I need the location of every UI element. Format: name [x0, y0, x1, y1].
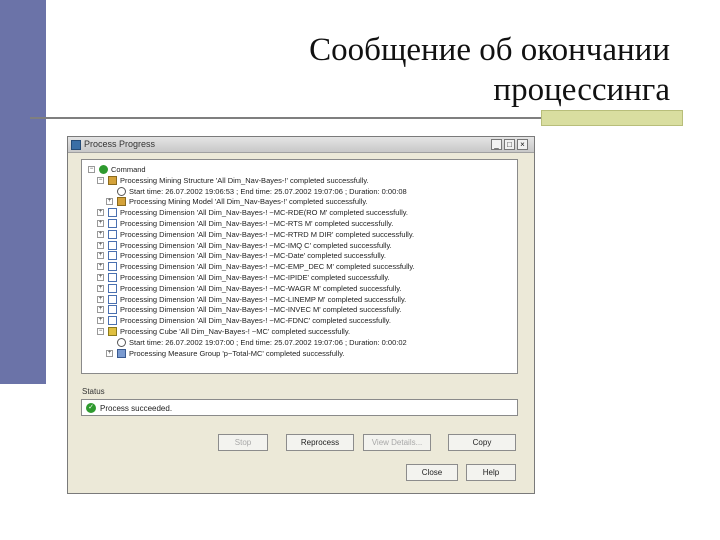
- slide-title-line-1: Сообщение об окончании: [309, 32, 670, 68]
- tree-expander[interactable]: +: [97, 317, 104, 325]
- window-titlebar[interactable]: Process Progress _ □ ×: [68, 137, 534, 153]
- tree-expander[interactable]: +: [97, 306, 104, 314]
- tree-row[interactable]: + Processing Dimension 'All Dim_Nav-Bayes…: [82, 283, 512, 294]
- tree-row[interactable]: + Processing Dimension 'All Dim_Nav-Bayes…: [82, 272, 512, 283]
- tree-expander[interactable]: +: [106, 349, 113, 357]
- tree-row-text: Processing Mining Model 'All Dim_Nav-Bay…: [129, 197, 368, 207]
- tree-row-text: Processing Dimension 'All Dim_Nav-Bayes-…: [120, 262, 415, 272]
- tree-row-text: Processing Dimension 'All Dim_Nav-Bayes-…: [120, 219, 394, 228]
- dimension-icon: [108, 219, 117, 228]
- dimension-icon: [108, 273, 117, 282]
- dimension-icon: [108, 283, 117, 293]
- tree-row[interactable]: + Processing Dimension 'All Dim_Nav-Bayes…: [82, 207, 512, 218]
- dimension-icon: [108, 251, 117, 261]
- tree-row-text: Processing Dimension 'All Dim_Nav-Bayes-…: [120, 283, 402, 293]
- tree-row-text: Processing Dimension 'All Dim_Nav-Bayes-…: [120, 316, 391, 326]
- tree-row[interactable]: + Processing Measure Group 'p~Total-MC' c…: [82, 348, 512, 359]
- help-button[interactable]: Help: [466, 464, 516, 481]
- dimension-icon: [108, 305, 117, 315]
- copy-button[interactable]: Copy: [448, 434, 516, 451]
- clock-icon: [117, 337, 126, 347]
- slide-title: Сообщение об окончании процессинга: [150, 30, 670, 110]
- tree-row[interactable]: − Processing Mining Structure 'All Dim_Na…: [82, 175, 512, 186]
- process-progress-window: Process Progress _ □ × − Command − Processi…: [67, 136, 535, 494]
- slide-accent-box: [541, 110, 683, 126]
- stop-button[interactable]: Stop: [218, 434, 268, 451]
- dimension-icon: [108, 262, 117, 272]
- tree-row-text: Processing Dimension 'All Dim_Nav-Bayes-…: [120, 273, 390, 282]
- tree-row[interactable]: + Processing Dimension 'All Dim_Nav-Bayes…: [82, 240, 512, 251]
- tree-row-text: Processing Dimension 'All Dim_Nav-Bayes-…: [120, 240, 392, 250]
- reprocess-button[interactable]: Reprocess: [286, 434, 354, 451]
- window-title: Process Progress: [84, 139, 156, 149]
- tree-expander[interactable]: +: [97, 295, 104, 303]
- dimension-icon: [108, 229, 117, 239]
- status-text: Process succeeded.: [100, 404, 173, 413]
- dimension-icon: [108, 294, 117, 304]
- play-icon: [99, 165, 108, 174]
- tree-row-text: Command: [111, 165, 146, 174]
- view-details-button[interactable]: View Details...: [363, 434, 431, 451]
- tree-row-text: Processing Dimension 'All Dim_Nav-Bayes-…: [120, 208, 409, 218]
- tree-expander[interactable]: −: [97, 176, 104, 184]
- tree-row[interactable]: + Processing Dimension 'All Dim_Nav-Bayes…: [82, 261, 512, 272]
- success-check-icon: ✓: [86, 403, 96, 413]
- dimension-icon: [108, 208, 117, 218]
- tree-row[interactable]: − Command: [82, 164, 512, 175]
- dimension-icon: [108, 316, 117, 326]
- tree-expander[interactable]: +: [97, 284, 104, 292]
- maximize-button[interactable]: □: [504, 139, 515, 150]
- slide-left-accent-bar: [0, 0, 46, 384]
- tree-row-text: Processing Dimension 'All Dim_Nav-Bayes-…: [120, 251, 386, 261]
- tree-row[interactable]: Start time: 26.07.2002 19:06:53 ; End ti…: [82, 186, 512, 197]
- clock-icon: [117, 186, 126, 196]
- tree-row[interactable]: + Processing Dimension 'All Dim_Nav-Bayes…: [82, 218, 512, 229]
- tree-row-text: Processing Dimension 'All Dim_Nav-Bayes-…: [120, 305, 402, 315]
- tree-expander[interactable]: +: [97, 209, 104, 217]
- tree-expander[interactable]: +: [97, 241, 104, 249]
- status-label: Status: [82, 387, 105, 396]
- tree-expander[interactable]: −: [97, 328, 104, 335]
- tree-row-text: Processing Cube 'All Dim_Nav-Bayes-! ~MC…: [120, 327, 351, 336]
- tree-row-text: Processing Dimension 'All Dim_Nav-Bayes-…: [120, 294, 407, 304]
- cube-icon: [108, 327, 117, 336]
- tree-expander[interactable]: +: [97, 274, 104, 281]
- tree-row[interactable]: Start time: 26.07.2002 19:07:00 ; End ti…: [82, 337, 512, 348]
- tree-row[interactable]: + Processing Dimension 'All Dim_Nav-Bayes…: [82, 315, 512, 326]
- tree-row-text: Start time: 26.07.2002 19:07:00 ; End ti…: [129, 337, 407, 347]
- app-icon: [71, 140, 81, 150]
- tree-row-text: Processing Mining Structure 'All Dim_Nav…: [120, 175, 369, 185]
- tree-row-text: Processing Dimension 'All Dim_Nav-Bayes-…: [120, 229, 415, 239]
- tree-expander[interactable]: +: [97, 252, 104, 260]
- measure-icon: [117, 348, 126, 358]
- slide-title-line-2: процессинга: [493, 72, 670, 108]
- tree-row[interactable]: + Processing Dimension 'All Dim_Nav-Bayes…: [82, 250, 512, 261]
- tree-expander[interactable]: +: [97, 230, 104, 238]
- tree-row[interactable]: + Processing Mining Model 'All Dim_Nav-Ba…: [82, 196, 512, 207]
- status-box: ✓ Process succeeded.: [81, 399, 518, 416]
- close-window-button[interactable]: ×: [517, 139, 528, 150]
- tree-row-text: Start time: 26.07.2002 19:06:53 ; End ti…: [129, 186, 407, 196]
- minimize-button[interactable]: _: [491, 139, 502, 150]
- tree-row[interactable]: + Processing Dimension 'All Dim_Nav-Bayes…: [82, 229, 512, 240]
- tree-row-text: Processing Measure Group 'p~Total-MC' co…: [129, 348, 345, 358]
- tree-row[interactable]: − Processing Cube 'All Dim_Nav-Bayes-! ~M…: [82, 326, 512, 337]
- tree-expander[interactable]: +: [106, 198, 113, 206]
- mining-icon: [117, 197, 126, 207]
- dimension-icon: [108, 240, 117, 250]
- tree-row[interactable]: + Processing Dimension 'All Dim_Nav-Bayes…: [82, 304, 512, 315]
- progress-tree[interactable]: − Command − Processing Mining Structure 'Al…: [81, 159, 518, 374]
- tree-expander[interactable]: +: [97, 220, 104, 227]
- tree-expander[interactable]: −: [88, 166, 95, 173]
- tree-row[interactable]: + Processing Dimension 'All Dim_Nav-Bayes…: [82, 294, 512, 305]
- tree-expander[interactable]: +: [97, 263, 104, 271]
- mining-icon: [108, 175, 117, 185]
- close-button[interactable]: Close: [406, 464, 458, 481]
